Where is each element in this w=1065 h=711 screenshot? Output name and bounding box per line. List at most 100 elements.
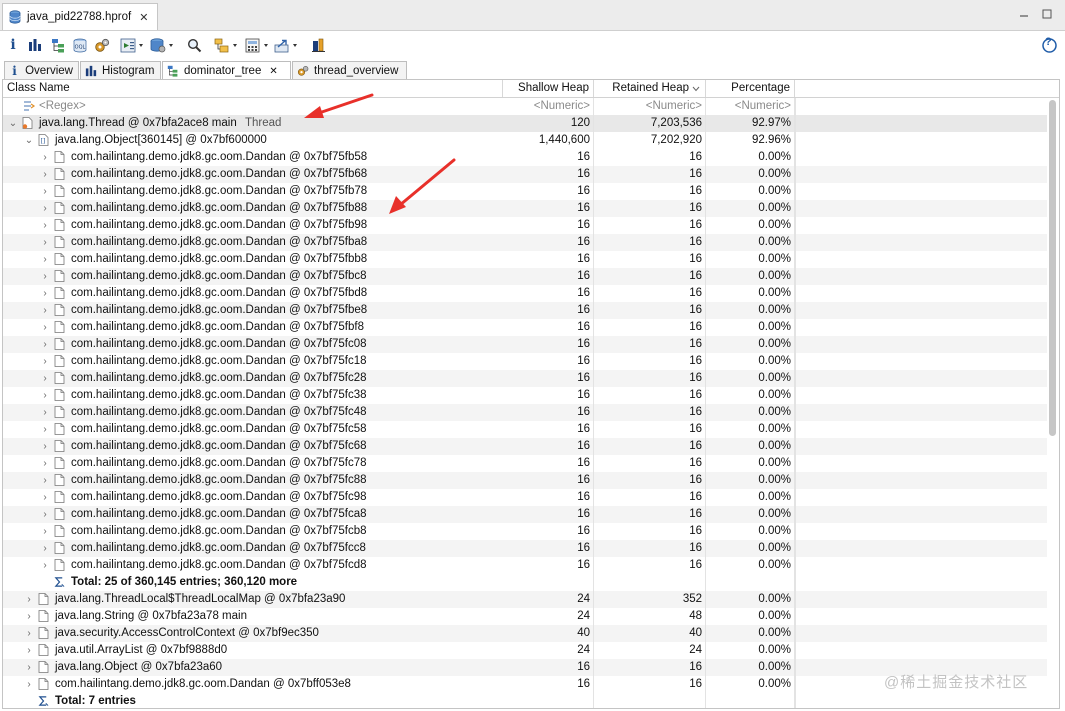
expand-chevron-icon[interactable]: › bbox=[23, 625, 35, 642]
vertical-scrollbar[interactable] bbox=[1049, 100, 1056, 436]
table-row[interactable]: › com.hailintang.demo.jdk8.gc.oom.Dandan … bbox=[3, 387, 1047, 404]
table-row[interactable]: › com.hailintang.demo.jdk8.gc.oom.Dandan … bbox=[3, 370, 1047, 387]
expand-chevron-icon[interactable]: › bbox=[39, 217, 51, 234]
expand-chevron-icon[interactable]: › bbox=[23, 676, 35, 693]
expand-chevron-icon[interactable]: › bbox=[23, 591, 35, 608]
table-row[interactable]: › com.hailintang.demo.jdk8.gc.oom.Dandan … bbox=[3, 166, 1047, 183]
inner-total-row[interactable]: Total: 25 of 360,145 entries; 360,120 mo… bbox=[3, 574, 1047, 591]
column-shallow-heap[interactable]: Shallow Heap bbox=[503, 80, 594, 97]
dominator-tree-table[interactable]: Class Name Shallow Heap Retained Heap Pe… bbox=[2, 79, 1060, 709]
expand-chevron-icon[interactable]: › bbox=[39, 200, 51, 217]
group-result-button[interactable] bbox=[214, 35, 240, 55]
expand-chevron-icon[interactable]: › bbox=[39, 540, 51, 557]
expand-chevron-icon[interactable]: › bbox=[23, 608, 35, 625]
table-row[interactable]: › com.hailintang.demo.jdk8.gc.oom.Dandan … bbox=[3, 302, 1047, 319]
collapse-chevron-icon[interactable]: ⌄ bbox=[7, 115, 19, 132]
maximize-icon[interactable] bbox=[1040, 7, 1054, 21]
expand-chevron-icon[interactable]: › bbox=[39, 319, 51, 336]
help-button[interactable]: ? bbox=[1041, 35, 1057, 55]
table-row[interactable]: › com.hailintang.demo.jdk8.gc.oom.Dandan … bbox=[3, 183, 1047, 200]
oql-button[interactable]: OQL bbox=[72, 35, 88, 55]
expand-chevron-icon[interactable]: › bbox=[39, 370, 51, 387]
expand-chevron-icon[interactable]: › bbox=[39, 183, 51, 200]
filter-row[interactable]: <Regex> <Numeric> <Numeric> <Numeric> bbox=[3, 98, 1047, 115]
column-class-name[interactable]: Class Name bbox=[3, 80, 503, 97]
table-row[interactable]: › com.hailintang.demo.jdk8.gc.oom.Dandan … bbox=[3, 540, 1047, 557]
table-row[interactable]: › com.hailintang.demo.jdk8.gc.oom.Dandan … bbox=[3, 200, 1047, 217]
outer-total-row[interactable]: Total: 7 entries bbox=[3, 693, 1047, 708]
histogram-button[interactable] bbox=[27, 35, 43, 55]
close-icon[interactable]: ✕ bbox=[139, 11, 148, 24]
table-row[interactable]: › com.hailintang.demo.jdk8.gc.oom.Dandan … bbox=[3, 336, 1047, 353]
expand-chevron-icon[interactable]: › bbox=[39, 404, 51, 421]
table-row[interactable]: › com.hailintang.demo.jdk8.gc.oom.Dandan … bbox=[3, 489, 1047, 506]
table-row[interactable]: › com.hailintang.demo.jdk8.gc.oom.Dandan … bbox=[3, 523, 1047, 540]
expand-chevron-icon[interactable]: › bbox=[23, 642, 35, 659]
table-row[interactable]: › com.hailintang.demo.jdk8.gc.oom.Dandan … bbox=[3, 319, 1047, 336]
percentage-cell: 0.00% bbox=[706, 200, 795, 217]
table-row[interactable]: › com.hailintang.demo.jdk8.gc.oom.Dandan … bbox=[3, 234, 1047, 251]
expand-chevron-icon[interactable]: › bbox=[39, 251, 51, 268]
table-row[interactable]: › java.security.AccessControlContext @ 0x… bbox=[3, 625, 1047, 642]
column-percentage[interactable]: Percentage bbox=[706, 80, 795, 97]
table-row[interactable]: › java.util.ArrayList @ 0x7bf9888d0 24 24 0.… bbox=[3, 642, 1047, 659]
tab-overview[interactable]: i Overview bbox=[4, 61, 79, 79]
expand-chevron-icon[interactable]: › bbox=[39, 421, 51, 438]
export-button[interactable] bbox=[274, 35, 300, 55]
editor-tab-hprof[interactable]: java_pid22788.hprof ✕ bbox=[2, 3, 158, 30]
expand-chevron-icon[interactable]: › bbox=[39, 387, 51, 404]
table-row[interactable]: › com.hailintang.demo.jdk8.gc.oom.Dandan … bbox=[3, 251, 1047, 268]
expand-chevron-icon[interactable]: › bbox=[39, 472, 51, 489]
table-row[interactable]: › com.hailintang.demo.jdk8.gc.oom.Dandan … bbox=[3, 557, 1047, 574]
expand-chevron-icon[interactable]: › bbox=[39, 523, 51, 540]
table-row[interactable]: › com.hailintang.demo.jdk8.gc.oom.Dandan … bbox=[3, 149, 1047, 166]
expand-chevron-icon[interactable]: › bbox=[39, 506, 51, 523]
table-row[interactable]: › com.hailintang.demo.jdk8.gc.oom.Dandan … bbox=[3, 353, 1047, 370]
expand-chevron-icon[interactable]: › bbox=[39, 455, 51, 472]
column-retained-heap[interactable]: Retained Heap bbox=[594, 80, 706, 97]
find-object-button[interactable] bbox=[186, 35, 202, 55]
table-row[interactable]: › java.lang.String @ 0x7bfa23a78 main 24 48… bbox=[3, 608, 1047, 625]
expand-chevron-icon[interactable]: › bbox=[39, 489, 51, 506]
object-array-row[interactable]: ⌄ [] java.lang.Object[360145] @ 0x7bf60000… bbox=[3, 132, 1047, 149]
info-button[interactable]: i bbox=[6, 35, 20, 55]
table-row[interactable]: › com.hailintang.demo.jdk8.gc.oom.Dandan … bbox=[3, 217, 1047, 234]
table-row[interactable]: › java.lang.ThreadLocal$ThreadLocalMap @ … bbox=[3, 591, 1047, 608]
expand-chevron-icon[interactable]: › bbox=[39, 353, 51, 370]
table-row[interactable]: › com.hailintang.demo.jdk8.gc.oom.Dandan … bbox=[3, 472, 1047, 489]
expand-chevron-icon[interactable]: › bbox=[39, 166, 51, 183]
thread-row[interactable]: ⌄ java.lang.Thread @ 0x7bfa2ace8 main Thre… bbox=[3, 115, 1047, 132]
filler-cell bbox=[795, 506, 796, 523]
thread-overview-button[interactable] bbox=[94, 35, 110, 55]
table-row[interactable]: › com.hailintang.demo.jdk8.gc.oom.Dandan … bbox=[3, 285, 1047, 302]
expand-chevron-icon[interactable]: › bbox=[39, 302, 51, 319]
close-icon[interactable]: ✕ bbox=[269, 66, 277, 77]
expand-chevron-icon[interactable]: › bbox=[39, 285, 51, 302]
calculate-retained-button[interactable] bbox=[245, 35, 271, 55]
run-report-button[interactable] bbox=[120, 35, 146, 55]
retained-heap-cell: 24 bbox=[594, 642, 706, 659]
expand-chevron-icon[interactable]: › bbox=[39, 438, 51, 455]
tab-histogram[interactable]: Histogram bbox=[80, 61, 161, 79]
collapse-chevron-icon[interactable]: ⌄ bbox=[23, 132, 35, 149]
table-row[interactable]: › com.hailintang.demo.jdk8.gc.oom.Dandan … bbox=[3, 455, 1047, 472]
minimize-icon[interactable] bbox=[1017, 7, 1031, 21]
table-row[interactable]: › com.hailintang.demo.jdk8.gc.oom.Dandan … bbox=[3, 421, 1047, 438]
expand-chevron-icon[interactable]: › bbox=[39, 234, 51, 251]
expand-chevron-icon[interactable]: › bbox=[39, 557, 51, 574]
table-row[interactable]: › com.hailintang.demo.jdk8.gc.oom.Dandan … bbox=[3, 506, 1047, 523]
tab-dominator-tree[interactable]: dominator_tree ✕ bbox=[162, 61, 291, 80]
table-row[interactable]: › com.hailintang.demo.jdk8.gc.oom.Dandan … bbox=[3, 438, 1047, 455]
pin-button[interactable] bbox=[311, 35, 327, 55]
table-row[interactable]: › com.hailintang.demo.jdk8.gc.oom.Dandan … bbox=[3, 404, 1047, 421]
expand-chevron-icon[interactable]: › bbox=[23, 659, 35, 676]
dominator-tree-button[interactable] bbox=[50, 35, 66, 55]
expand-chevron-icon[interactable]: › bbox=[39, 336, 51, 353]
expand-chevron-icon[interactable]: › bbox=[39, 268, 51, 285]
expand-chevron-icon[interactable]: › bbox=[39, 149, 51, 166]
table-row[interactable]: › com.hailintang.demo.jdk8.gc.oom.Dandan … bbox=[3, 268, 1047, 285]
query-browser-button[interactable] bbox=[150, 35, 176, 55]
class-name-cell: › com.hailintang.demo.jdk8.gc.oom.Dandan … bbox=[3, 370, 503, 387]
tab-thread-overview[interactable]: thread_overview bbox=[292, 61, 407, 79]
row-label: com.hailintang.demo.jdk8.gc.oom.Dandan @… bbox=[71, 236, 368, 248]
